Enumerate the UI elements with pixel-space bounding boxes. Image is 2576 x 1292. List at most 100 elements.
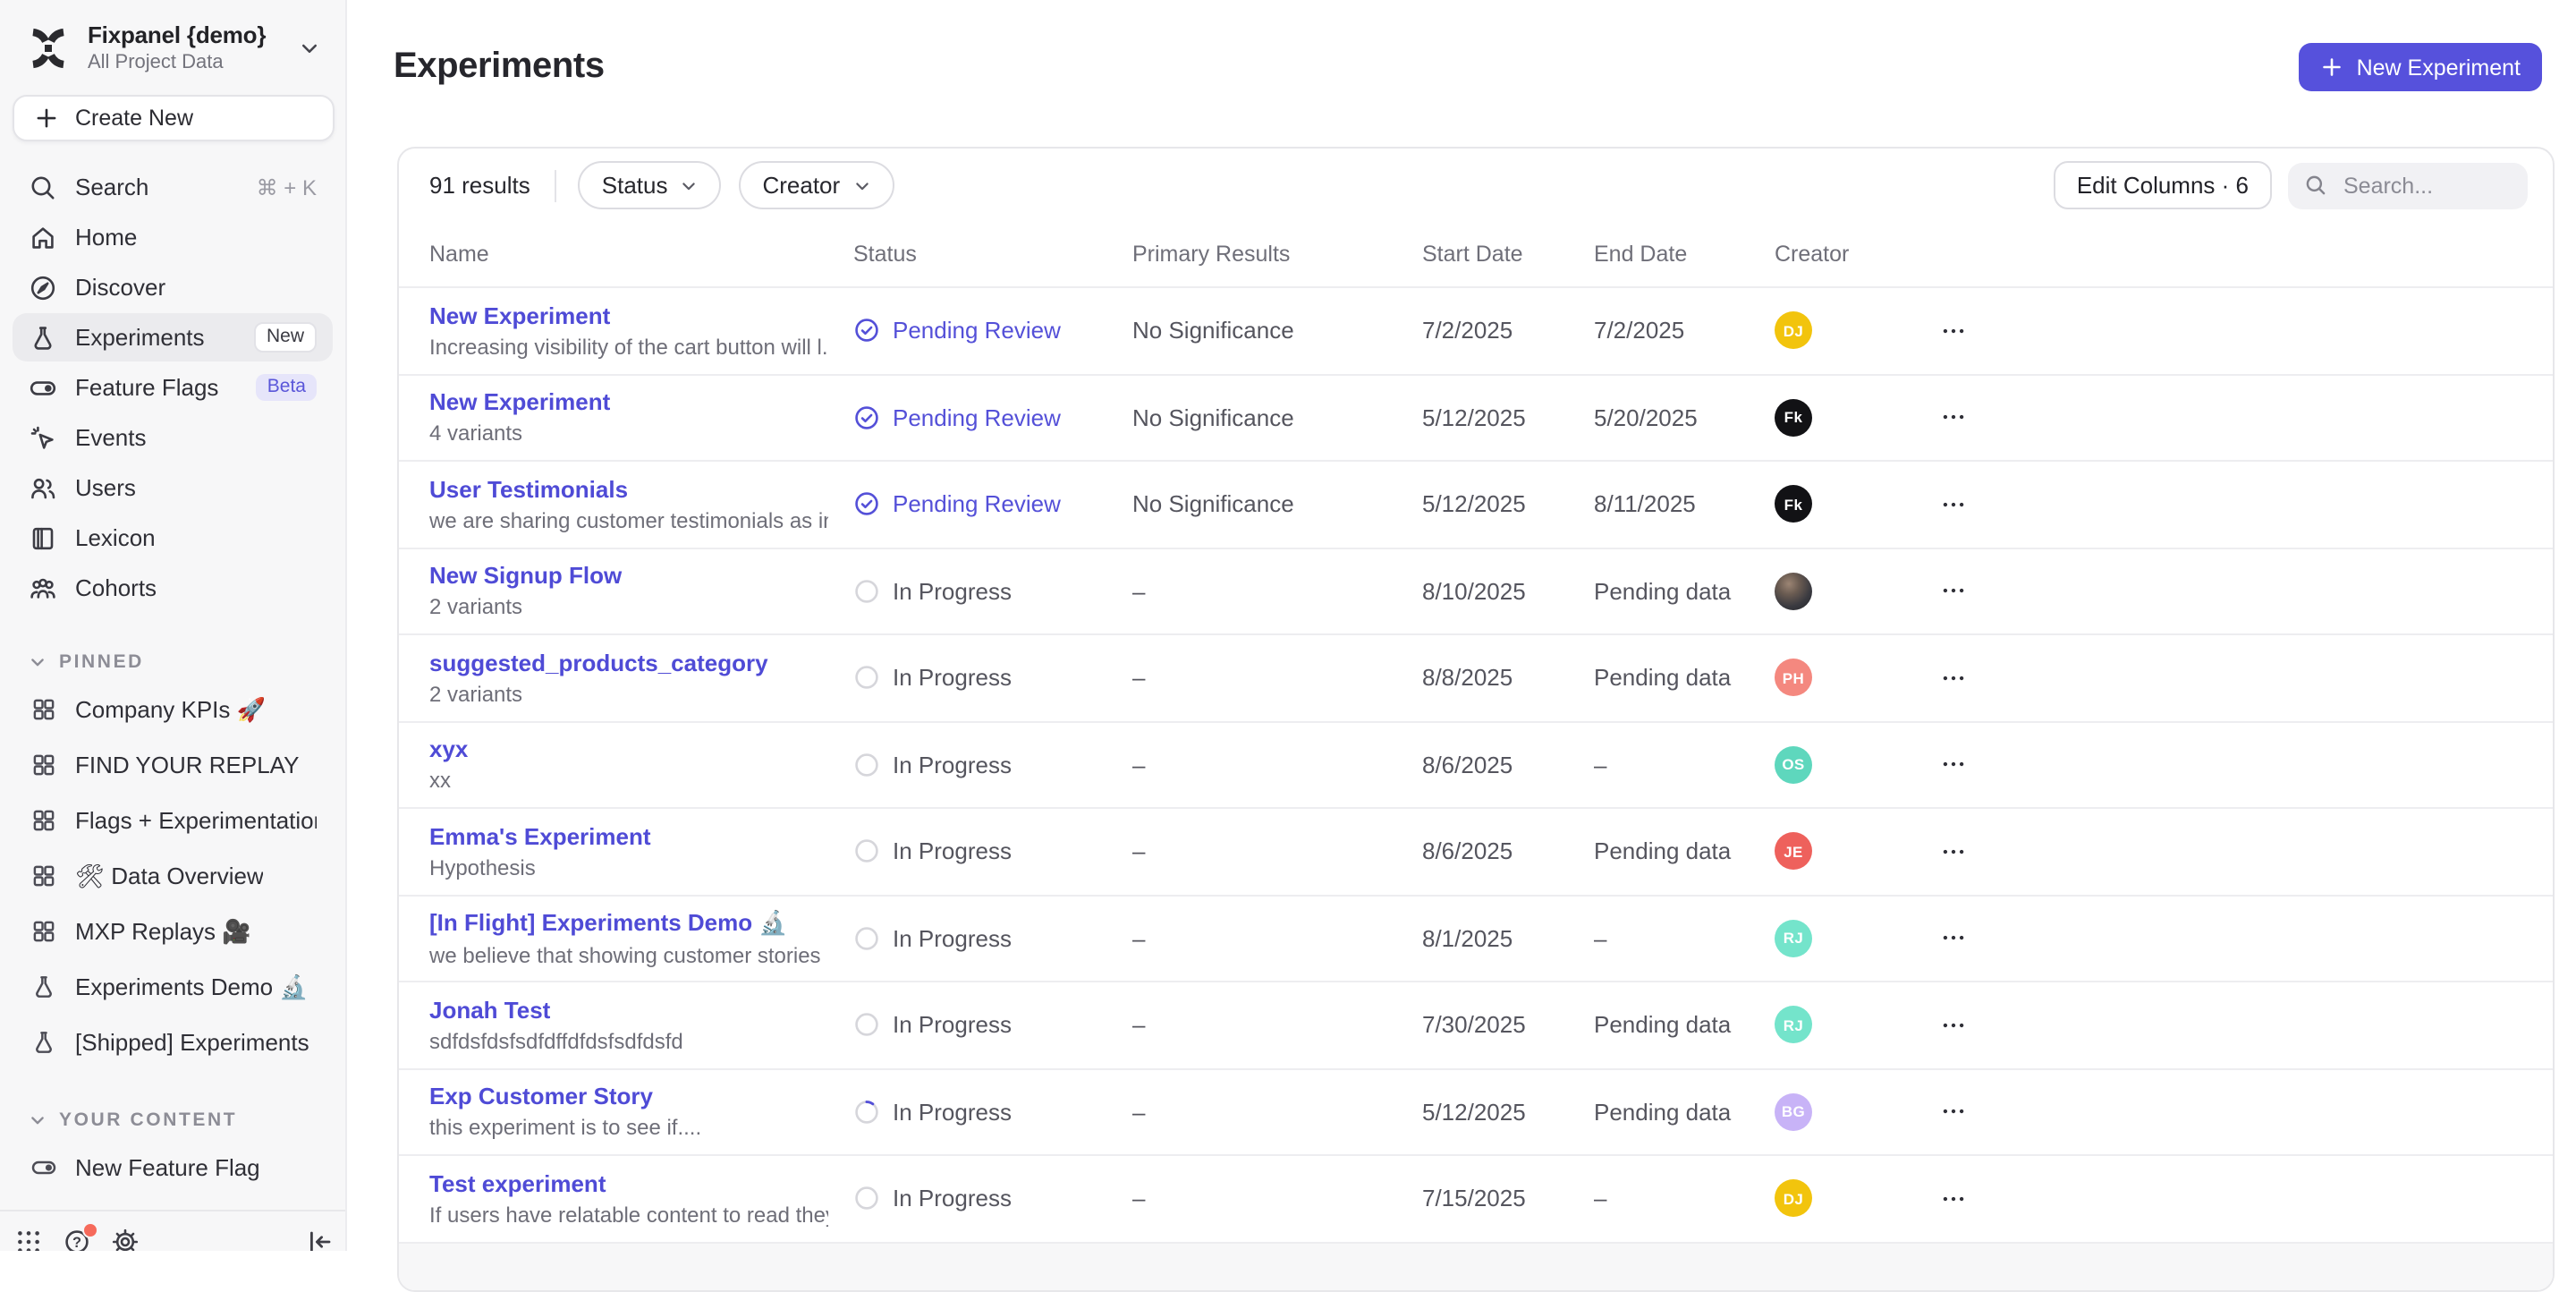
table-row[interactable]: Jonah Test sdfdsfdsfsdfdffdfdsfsdfdsfd I… [399, 982, 2553, 1069]
row-menu-button[interactable] [1934, 485, 1973, 524]
row-menu-button[interactable] [1934, 1092, 1973, 1132]
experiment-description: we are sharing customer testimonials as … [429, 508, 828, 533]
sidebar-item-flags-experimentation-demo[interactable]: Flags + Experimentation Demo , [13, 793, 333, 848]
avatar[interactable]: BG [1775, 1093, 1812, 1131]
edit-columns-button[interactable]: Edit Columns · 6 [2054, 161, 2272, 209]
table-row[interactable]: [In Flight] Experiments Demo 🔬 we believ… [399, 896, 2553, 982]
table-row[interactable]: New Signup Flow 2 variants In Progress –… [399, 548, 2553, 635]
row-menu-button[interactable] [1934, 745, 1973, 785]
feature-flags-icon [29, 373, 57, 402]
table-row[interactable]: Test experiment If users have relatable … [399, 1156, 2553, 1243]
primary-results-cell: – [1132, 1186, 1422, 1212]
sidebar-item-company-kpis[interactable]: Company KPIs 🚀 [13, 682, 333, 737]
experiment-name-link[interactable]: Test experiment [429, 1170, 828, 1197]
avatar[interactable]: RJ [1775, 1007, 1812, 1044]
project-switcher[interactable]: Fixpanel {demo} All Project Data [0, 0, 345, 88]
name-cell: Exp Customer Story this experiment is to… [429, 1084, 853, 1141]
column-header-status[interactable]: Status [853, 242, 1132, 267]
row-menu-button[interactable] [1934, 919, 1973, 958]
row-menu-button[interactable] [1934, 832, 1973, 871]
end-date-cell: 8/11/2025 [1594, 491, 1775, 518]
status-progress-icon [853, 838, 880, 865]
menu-cell [1934, 485, 2553, 524]
start-date-cell: 7/30/2025 [1422, 1012, 1594, 1039]
end-date-cell: Pending data [1594, 1012, 1775, 1039]
sidebar-item-cohorts[interactable]: Cohorts [13, 564, 333, 612]
sidebar-item-users[interactable]: Users [13, 463, 333, 512]
section-header-your-content[interactable]: YOUR CONTENT [0, 1101, 345, 1140]
end-date-cell: – [1594, 1186, 1775, 1212]
row-menu-button[interactable] [1934, 659, 1973, 698]
experiment-name-link[interactable]: Exp Customer Story [429, 1084, 828, 1110]
column-header-primary-results[interactable]: Primary Results [1132, 242, 1422, 267]
sidebar-item-experiments[interactable]: ExperimentsNew [13, 313, 333, 361]
status-filter-button[interactable]: Status [579, 161, 722, 209]
experiment-name-link[interactable]: New Experiment [429, 302, 828, 329]
avatar[interactable]: JE [1775, 833, 1812, 871]
collapse-sidebar-icon[interactable] [306, 1228, 335, 1251]
sidebar-item-events[interactable]: Events [13, 413, 333, 462]
avatar[interactable]: OS [1775, 746, 1812, 784]
status-label: Pending Review [893, 491, 1061, 518]
search-icon [2304, 174, 2327, 197]
column-header-name[interactable]: Name [429, 242, 853, 267]
table-row[interactable]: xyx xx In Progress – 8/6/2025 – OS [399, 722, 2553, 809]
new-experiment-button[interactable]: New Experiment [2300, 43, 2542, 91]
avatar[interactable]: Fk [1775, 399, 1812, 437]
menu-cell [1934, 659, 2553, 698]
gear-icon[interactable] [111, 1228, 140, 1251]
keyboard-shortcut: ⌘ + K [257, 174, 317, 200]
sidebar-item-search[interactable]: Search⌘ + K [13, 163, 333, 211]
table-row[interactable]: Exp Customer Story this experiment is to… [399, 1069, 2553, 1156]
experiment-name-link[interactable]: New Experiment [429, 389, 828, 416]
sidebar-item-lexicon[interactable]: Lexicon [13, 514, 333, 562]
status-cell: In Progress [853, 752, 1132, 778]
avatar[interactable]: DJ [1775, 1180, 1812, 1218]
row-menu-button[interactable] [1934, 398, 1973, 438]
avatar[interactable]: Fk [1775, 486, 1812, 523]
help-icon[interactable]: ? [63, 1228, 91, 1251]
table-row[interactable]: Emma's Experiment Hypothesis In Progress… [399, 809, 2553, 896]
experiment-name-link[interactable]: Jonah Test [429, 997, 828, 1024]
results-count: 91 results [429, 172, 530, 199]
creator-cell: Fk [1775, 486, 1934, 523]
experiment-name-link[interactable]: suggested_products_category [429, 650, 828, 676]
experiment-name-link[interactable]: User Testimonials [429, 476, 828, 503]
table-row[interactable]: New Experiment Increasing visibility of … [399, 288, 2553, 375]
board-icon [29, 752, 57, 778]
avatar-photo[interactable] [1775, 573, 1812, 610]
sidebar-item-mxp-replays[interactable]: MXP Replays 🎥 [13, 904, 333, 959]
search-input[interactable] [2340, 171, 2512, 200]
row-menu-button[interactable] [1934, 572, 1973, 611]
sidebar-item-find-your-replay[interactable]: FIND YOUR REPLAY [13, 737, 333, 793]
experiment-name-link[interactable]: New Signup Flow [429, 563, 828, 590]
avatar[interactable]: DJ [1775, 312, 1812, 350]
experiment-name-link[interactable]: xyx [429, 736, 828, 763]
avatar[interactable]: PH [1775, 659, 1812, 697]
create-new-button[interactable]: Create New [13, 95, 335, 141]
chevron-down-icon [29, 1111, 47, 1129]
search-box[interactable] [2288, 162, 2528, 208]
section-header-pinned[interactable]: PINNED [0, 642, 345, 682]
sidebar-item-home[interactable]: Home [13, 213, 333, 261]
experiment-name-link[interactable]: [In Flight] Experiments Demo 🔬 [429, 909, 828, 938]
table-row[interactable]: suggested_products_category 2 variants I… [399, 635, 2553, 722]
creator-filter-button[interactable]: Creator [739, 161, 894, 209]
table-row[interactable]: User Testimonials we are sharing custome… [399, 462, 2553, 548]
sidebar-item-experiments-demo[interactable]: Experiments Demo 🔬 [13, 959, 333, 1015]
column-header-end-date[interactable]: End Date [1594, 242, 1775, 267]
sidebar-item-new-feature-flag[interactable]: New Feature Flag [13, 1140, 333, 1195]
column-header-creator[interactable]: Creator [1775, 242, 1934, 267]
row-menu-button[interactable] [1934, 1179, 1973, 1219]
row-menu-button[interactable] [1934, 1006, 1973, 1045]
sidebar-item-discover[interactable]: Discover [13, 263, 333, 311]
sidebar-item-data-overview[interactable]: 🛠 Data Overview [13, 848, 333, 904]
avatar[interactable]: RJ [1775, 920, 1812, 957]
sidebar-item-shipped-experiments-demo[interactable]: [Shipped] Experiments Demo 🖊 [13, 1015, 333, 1070]
apps-grid-icon[interactable] [14, 1228, 43, 1251]
sidebar-item-feature-flags[interactable]: Feature FlagsBeta [13, 363, 333, 412]
experiment-name-link[interactable]: Emma's Experiment [429, 823, 828, 850]
column-header-start-date[interactable]: Start Date [1422, 242, 1594, 267]
row-menu-button[interactable] [1934, 311, 1973, 351]
table-row[interactable]: New Experiment 4 variants Pending Review… [399, 375, 2553, 462]
